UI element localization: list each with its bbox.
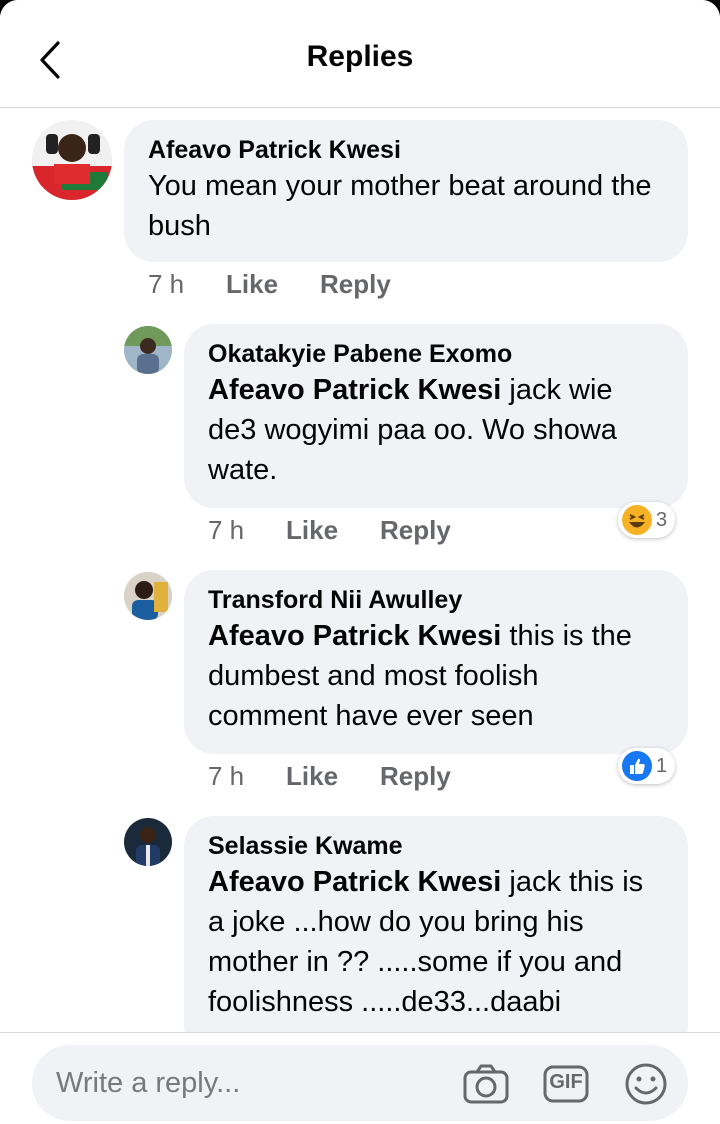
avatar[interactable] — [124, 818, 172, 866]
reply-button[interactable]: Reply — [380, 761, 451, 792]
avatar[interactable] — [124, 326, 172, 374]
reply-comment: Transford Nii Awulley Afeavo Patrick Kwe… — [0, 570, 720, 800]
reaction-count: 1 — [656, 754, 668, 777]
profile-photo-icon — [32, 120, 112, 200]
gif-icon[interactable]: GIF — [542, 1063, 590, 1110]
comment-actions: 7 h Like Reply — [208, 512, 493, 548]
comment-text: Afeavo Patrick Kwesi this is the dumbest… — [208, 620, 632, 732]
comment-timestamp[interactable]: 7 h — [208, 515, 286, 546]
like-button[interactable]: Like — [286, 761, 338, 792]
camera-icon[interactable] — [462, 1063, 510, 1110]
parent-comment: Afeavo Patrick Kwesi You mean your mothe… — [0, 108, 720, 308]
mention-link[interactable]: Afeavo Patrick Kwesi — [208, 620, 501, 652]
avatar[interactable] — [124, 572, 172, 620]
profile-photo-icon — [124, 818, 172, 866]
mention-link[interactable]: Afeavo Patrick Kwesi — [208, 374, 501, 406]
reply-input[interactable] — [56, 1063, 456, 1103]
reaction-summary[interactable]: 3 — [618, 502, 676, 538]
comment-actions: 7 h Like Reply — [208, 758, 493, 794]
gif-label: GIF — [549, 1071, 583, 1093]
like-button[interactable]: Like — [226, 269, 278, 300]
comment-author[interactable]: Transford Nii Awulley — [208, 584, 664, 616]
profile-photo-icon — [124, 572, 172, 620]
comment-thread[interactable]: Afeavo Patrick Kwesi You mean your mothe… — [0, 108, 720, 1032]
page-title: Replies — [306, 40, 414, 73]
comment-author[interactable]: Okatakyie Pabene Exomo — [208, 338, 664, 370]
comment-text: Afeavo Patrick Kwesi jack this is a joke… — [208, 866, 644, 1018]
comment-timestamp[interactable]: 7 h — [208, 761, 286, 792]
comment-actions: 7 h Like Reply — [148, 266, 433, 302]
reaction-summary[interactable]: 1 — [618, 748, 676, 784]
comment-text: Afeavo Patrick Kwesi jack wie de3 wogyim… — [208, 374, 617, 486]
like-icon — [622, 751, 652, 781]
reply-composer: GIF — [0, 1032, 720, 1124]
haha-icon — [622, 505, 652, 535]
reply-button[interactable]: Reply — [320, 269, 391, 300]
like-button[interactable]: Like — [286, 515, 338, 546]
reply-comment: Okatakyie Pabene Exomo Afeavo Patrick Kw… — [0, 324, 720, 554]
comment-bubble[interactable]: Okatakyie Pabene Exomo Afeavo Patrick Kw… — [184, 324, 688, 508]
reply-button[interactable]: Reply — [380, 515, 451, 546]
comment-timestamp[interactable]: 7 h — [148, 269, 226, 300]
reaction-count: 3 — [656, 508, 668, 531]
avatar[interactable] — [32, 120, 112, 200]
comment-author[interactable]: Selassie Kwame — [208, 830, 664, 862]
comment-text: You mean your mother beat around the bus… — [148, 170, 652, 242]
reply-box[interactable]: GIF — [32, 1045, 688, 1121]
reply-comment: Selassie Kwame Afeavo Patrick Kwesi jack… — [0, 816, 720, 1032]
comment-bubble[interactable]: Afeavo Patrick Kwesi You mean your mothe… — [124, 120, 688, 262]
emoji-icon[interactable] — [624, 1063, 668, 1112]
comment-author[interactable]: Afeavo Patrick Kwesi — [148, 134, 664, 166]
comment-bubble[interactable]: Selassie Kwame Afeavo Patrick Kwesi jack… — [184, 816, 688, 1032]
replies-screen: Replies Afeavo Patrick Kwesi You mean yo… — [0, 0, 720, 1124]
header: Replies — [0, 0, 720, 108]
mention-link[interactable]: Afeavo Patrick Kwesi — [208, 866, 501, 898]
comment-bubble[interactable]: Transford Nii Awulley Afeavo Patrick Kwe… — [184, 570, 688, 754]
profile-photo-icon — [124, 326, 172, 374]
